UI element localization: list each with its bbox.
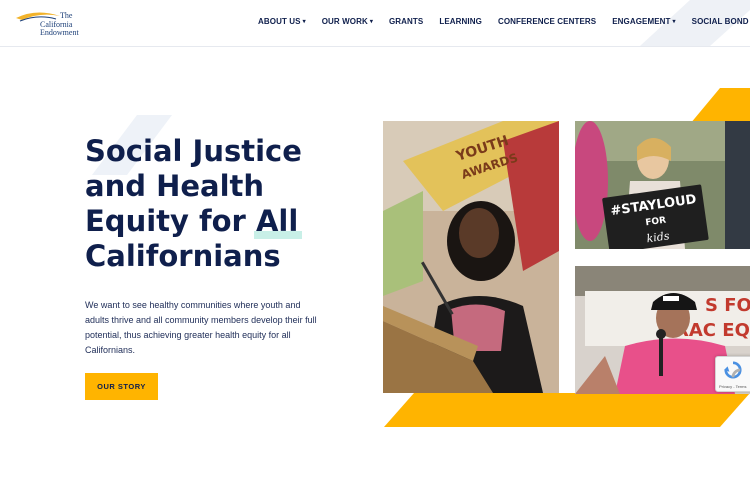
logo[interactable]: The California Endowment bbox=[0, 0, 110, 46]
title-line-1: Social Justice bbox=[85, 134, 302, 168]
nav-about-us-label: ABOUT US bbox=[258, 17, 301, 26]
sign-rally-line-1: S FO bbox=[705, 295, 750, 316]
site-header: The California Endowment ABOUT US ▾ OUR … bbox=[0, 0, 750, 47]
page-title: Social Justice and Health Equity for All… bbox=[85, 134, 325, 274]
hero-description: We want to see healthy communities where… bbox=[85, 300, 317, 355]
chevron-down-icon: ▾ bbox=[302, 19, 306, 25]
nav-social-bond[interactable]: SOCIAL BOND bbox=[692, 17, 749, 26]
title-line-2: and Health bbox=[85, 169, 265, 203]
title-highlight-word: All bbox=[255, 204, 299, 238]
nav-learning-label: LEARNING bbox=[439, 17, 482, 26]
nav-learning[interactable]: LEARNING bbox=[439, 17, 482, 26]
chevron-down-icon: ▾ bbox=[672, 19, 676, 25]
logo-text: The California Endowment bbox=[40, 11, 79, 38]
nav-grants-label: GRANTS bbox=[388, 17, 424, 26]
nav-social-bond-label: SOCIAL BOND bbox=[691, 17, 749, 26]
title-line-3: Equity for All bbox=[85, 204, 325, 239]
title-line-3a: Equity for bbox=[85, 204, 246, 238]
nav-our-work[interactable]: OUR WORK ▾ bbox=[322, 17, 373, 26]
photo-stayloud-rally: #STAYLOUD FOR kids bbox=[575, 121, 750, 249]
recaptcha-badge[interactable]: Privacy - Terms bbox=[715, 356, 750, 392]
nav-conference-centers-label: CONFERENCE CENTERS bbox=[497, 17, 597, 26]
nav-conference-centers[interactable]: CONFERENCE CENTERS bbox=[498, 17, 596, 26]
nav-grants[interactable]: GRANTS bbox=[389, 17, 423, 26]
nav-engagement[interactable]: ENGAGEMENT ▾ bbox=[612, 17, 675, 26]
photo-youth-speaker: YOUTH AWARDS bbox=[383, 121, 559, 393]
main-nav: ABOUT US ▾ OUR WORK ▾ GRANTS LEARNING CO… bbox=[258, 17, 749, 26]
nav-engagement-label: ENGAGEMENT bbox=[612, 17, 671, 26]
nav-our-work-label: OUR WORK bbox=[321, 17, 368, 26]
our-story-button[interactable]: OUR STORY bbox=[85, 373, 158, 400]
recaptcha-privacy-terms[interactable]: Privacy - Terms bbox=[719, 384, 746, 389]
logo-line-3: Endowment bbox=[40, 28, 79, 37]
accent-shape-bottom bbox=[384, 393, 750, 427]
nav-about-us[interactable]: ABOUT US ▾ bbox=[258, 17, 306, 26]
chevron-down-icon: ▾ bbox=[369, 19, 373, 25]
title-line-4: Californians bbox=[85, 239, 281, 273]
accent-shape-top bbox=[690, 88, 750, 124]
recaptcha-icon bbox=[724, 361, 742, 379]
